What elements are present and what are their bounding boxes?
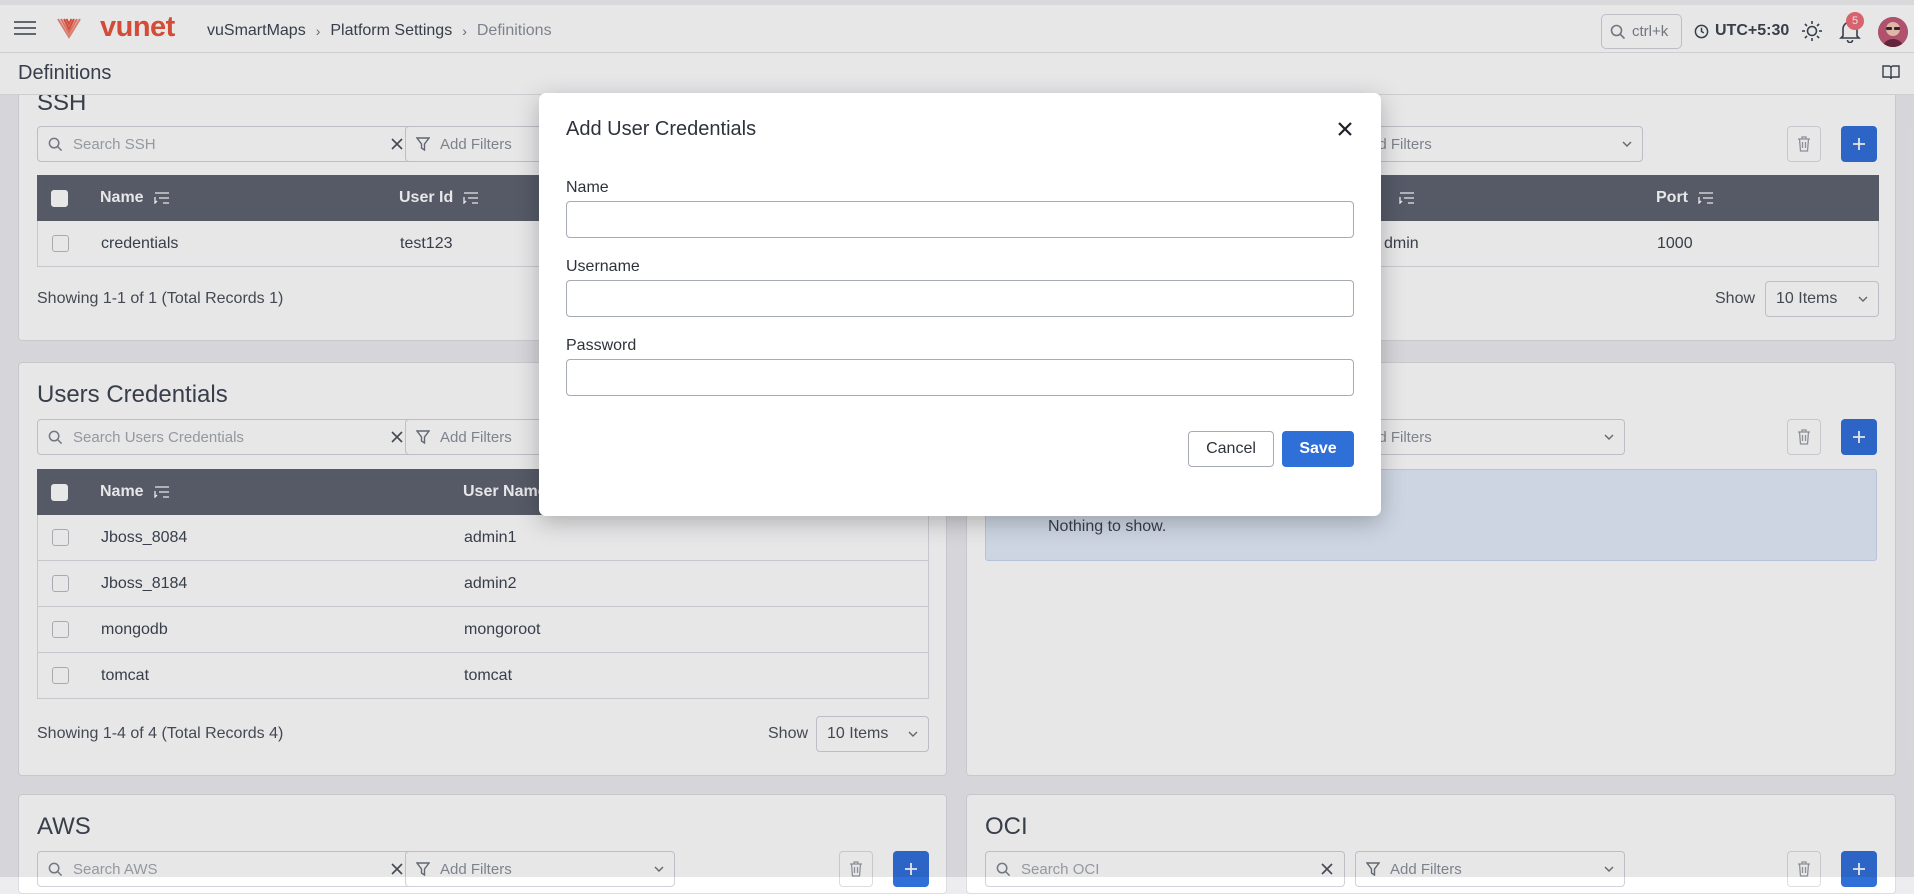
- dialog-title: Add User Credentials: [566, 118, 757, 140]
- password-input[interactable]: [566, 359, 1354, 396]
- add-user-credentials-dialog: Add User Credentials Name Username Passw…: [539, 93, 1381, 516]
- name-label: Name: [566, 179, 609, 196]
- save-button[interactable]: Save: [1282, 431, 1354, 467]
- username-input[interactable]: [566, 280, 1354, 317]
- username-label: Username: [566, 258, 640, 275]
- close-icon[interactable]: [1334, 118, 1356, 140]
- password-label: Password: [566, 337, 637, 354]
- name-input[interactable]: [566, 201, 1354, 238]
- cancel-button[interactable]: Cancel: [1188, 431, 1274, 467]
